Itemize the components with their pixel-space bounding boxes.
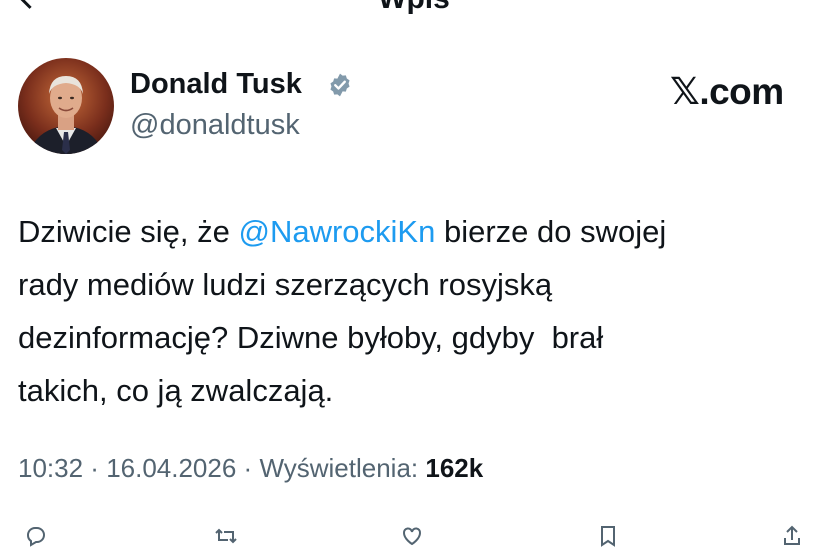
- x-com-logo: 𝕏.com: [670, 70, 784, 113]
- retweet-icon[interactable]: [214, 524, 238, 548]
- tweet-text: Dziwicie się, że @NawrockiKn bierze do s…: [18, 205, 808, 417]
- verified-badge-icon: [330, 73, 350, 97]
- views-count[interactable]: 162k: [425, 453, 483, 483]
- tweet-meta: 10:32 · 16.04.2026 · Wyświetlenia: 162k: [18, 453, 483, 484]
- tweet-time[interactable]: 10:32: [18, 453, 83, 483]
- action-bar: [0, 520, 828, 550]
- avatar[interactable]: [18, 58, 114, 154]
- tweet-date[interactable]: 16.04.2026: [106, 453, 236, 483]
- tweet-text-segment: bierze do swojej: [435, 214, 667, 249]
- views-label: Wyświetlenia:: [259, 453, 426, 483]
- mention-link[interactable]: @NawrockiKn: [239, 214, 436, 249]
- tweet-line-1: Dziwicie się, że @NawrockiKn bierze do s…: [18, 205, 808, 258]
- tweet-line-3: dezinformację? Dziwne byłoby, gdyby brał: [18, 320, 604, 355]
- reply-icon[interactable]: [24, 524, 48, 548]
- x-com-suffix: .com: [699, 71, 784, 112]
- tweet-text-segment: Dziwicie się, że: [18, 214, 239, 249]
- tweet-line-2: rady mediów ludzi szerzących rosyjską: [18, 267, 553, 302]
- x-logo-icon: 𝕏: [670, 70, 700, 113]
- like-icon[interactable]: [400, 524, 424, 548]
- page-title: Wpis: [0, 0, 828, 16]
- share-icon[interactable]: [780, 524, 804, 548]
- meta-separator: ·: [236, 453, 260, 483]
- author-handle[interactable]: @donaldtusk: [130, 109, 300, 142]
- author-name[interactable]: Donald Tusk: [130, 68, 302, 101]
- meta-separator: ·: [83, 453, 107, 483]
- avatar-image: [18, 58, 114, 154]
- tweet-line-4: takich, co ją zwalczają.: [18, 373, 334, 408]
- bookmark-icon[interactable]: [596, 524, 620, 548]
